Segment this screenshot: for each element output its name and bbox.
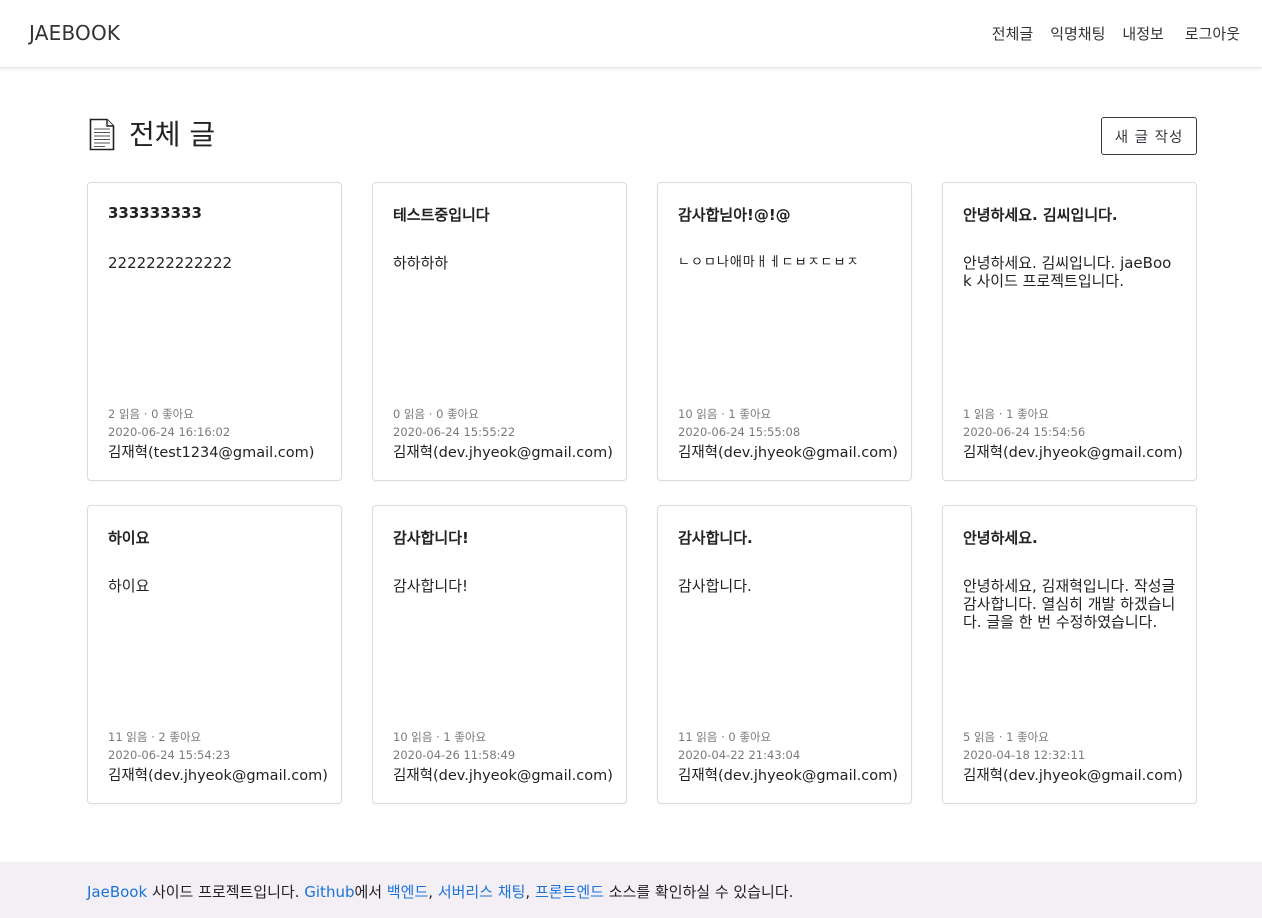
post-meta: 2 읽음 · 0 좋아요 2020-06-24 16:16:02	[108, 405, 333, 441]
post-stats: 2 읽음 · 0 좋아요	[108, 407, 194, 421]
post-body: 하이요	[108, 577, 150, 595]
post-meta: 5 읽음 · 1 좋아요 2020-04-18 12:32:11	[963, 728, 1188, 764]
footer-text: JaeBook 사이드 프로젝트입니다. Github에서 백엔드, 서버리스 …	[87, 881, 793, 902]
post-date: 2020-06-24 15:54:23	[108, 748, 231, 762]
post-body: 안녕하세요, 김재혁입니다. 작성글 감사합니다. 열심히 개발 하겠습니다. …	[963, 577, 1176, 631]
page-header: 전체 글 새 글 작성	[87, 116, 1197, 156]
nav-my-info[interactable]: 내정보	[1122, 23, 1163, 44]
document-icon	[89, 118, 115, 151]
post-card[interactable]: 감사합니다. 감사합니다. 11 읽음 · 0 좋아요 2020-04-22 2…	[657, 505, 912, 804]
footer-separator: ,	[428, 883, 438, 901]
post-title: 감사합닏아!@!@	[678, 206, 791, 224]
post-card[interactable]: 테스트중입니다 하하하하 0 읽음 · 0 좋아요 2020-06-24 15:…	[372, 182, 627, 481]
post-title: 하이요	[108, 529, 150, 547]
post-date: 2020-06-24 15:54:56	[963, 425, 1086, 439]
footer-text-part: 소스를 확인하실 수 있습니다.	[603, 883, 794, 901]
post-date: 2020-06-24 15:55:08	[678, 425, 801, 439]
post-stats: 1 읽음 · 1 좋아요	[963, 407, 1049, 421]
footer-frontend-link[interactable]: 프론트엔드	[535, 883, 604, 901]
post-card[interactable]: 감사합닏아!@!@ ㄴㅇㅁ나애마ㅐㅔㄷㅂㅈㄷㅂㅈ 10 읽음 · 1 좋아요 2…	[657, 182, 912, 481]
post-body: 하하하하	[393, 254, 449, 272]
post-card[interactable]: 감사합니다! 감사합니다! 10 읽음 · 1 좋아요 2020-04-26 1…	[372, 505, 627, 804]
post-author: 김재혁(dev.jhyeok@gmail.com)	[678, 768, 898, 784]
post-date: 2020-04-26 11:58:49	[393, 748, 516, 762]
post-card[interactable]: 333333333 2222222222222 2 읽음 · 0 좋아요 202…	[87, 182, 342, 481]
post-author: 김재혁(dev.jhyeok@gmail.com)	[108, 768, 328, 784]
post-title: 안녕하세요.	[963, 529, 1038, 547]
footer-project-link[interactable]: JaeBook	[87, 883, 147, 901]
post-author: 김재혁(dev.jhyeok@gmail.com)	[393, 445, 613, 461]
post-author: 김재혁(test1234@gmail.com)	[108, 445, 315, 461]
post-title: 테스트중입니다	[393, 206, 490, 224]
post-stats: 11 읽음 · 0 좋아요	[678, 730, 772, 744]
footer: JaeBook 사이드 프로젝트입니다. Github에서 백엔드, 서버리스 …	[0, 862, 1262, 918]
post-title: 감사합니다!	[393, 529, 469, 547]
post-date: 2020-06-24 15:55:22	[393, 425, 516, 439]
new-post-button[interactable]: 새 글 작성	[1101, 117, 1197, 155]
footer-chat-link[interactable]: 서버리스 채팅	[438, 883, 526, 901]
page-title: 전체 글	[129, 118, 216, 151]
post-card[interactable]: 안녕하세요. 김씨입니다. 안녕하세요. 김씨입니다. jaeBook 사이드 …	[942, 182, 1197, 481]
post-author: 김재혁(dev.jhyeok@gmail.com)	[963, 768, 1183, 784]
post-date: 2020-06-24 16:16:02	[108, 425, 231, 439]
footer-text-part: 에서	[354, 883, 387, 901]
post-date: 2020-04-22 21:43:04	[678, 748, 801, 762]
post-body: 감사합니다.	[678, 577, 752, 595]
top-navbar: JAEBOOK 전체글 익명채팅 내정보 로그아웃	[0, 0, 1262, 68]
post-meta: 10 읽음 · 1 좋아요 2020-06-24 15:55:08	[678, 405, 903, 441]
footer-github-link[interactable]: Github	[304, 883, 354, 901]
post-stats: 10 읽음 · 1 좋아요	[393, 730, 487, 744]
post-meta: 11 읽음 · 2 좋아요 2020-06-24 15:54:23	[108, 728, 333, 764]
post-meta: 10 읽음 · 1 좋아요 2020-04-26 11:58:49	[393, 728, 618, 764]
post-meta: 11 읽음 · 0 좋아요 2020-04-22 21:43:04	[678, 728, 903, 764]
nav-anonymous-chat[interactable]: 익명채팅	[1050, 23, 1105, 44]
post-meta: 0 읽음 · 0 좋아요 2020-06-24 15:55:22	[393, 405, 618, 441]
post-stats: 10 읽음 · 1 좋아요	[678, 407, 772, 421]
post-title: 333333333	[108, 204, 202, 222]
footer-separator: ,	[525, 883, 535, 901]
post-stats: 5 읽음 · 1 좋아요	[963, 730, 1049, 744]
post-body: 감사합니다!	[393, 577, 469, 595]
post-card[interactable]: 안녕하세요. 안녕하세요, 김재혁입니다. 작성글 감사합니다. 열심히 개발 …	[942, 505, 1197, 804]
post-meta: 1 읽음 · 1 좋아요 2020-06-24 15:54:56	[963, 405, 1188, 441]
post-author: 김재혁(dev.jhyeok@gmail.com)	[963, 445, 1183, 461]
post-body: 2222222222222	[108, 254, 233, 272]
post-title: 감사합니다.	[678, 529, 753, 547]
post-stats: 0 읽음 · 0 좋아요	[393, 407, 479, 421]
post-date: 2020-04-18 12:32:11	[963, 748, 1086, 762]
nav-all-posts[interactable]: 전체글	[992, 23, 1033, 44]
footer-text-part: 사이드 프로젝트입니다.	[147, 883, 305, 901]
footer-backend-link[interactable]: 백엔드	[387, 883, 428, 901]
brand-logo[interactable]: JAEBOOK	[29, 21, 120, 45]
post-body: 안녕하세요. 김씨입니다. jaeBook 사이드 프로젝트입니다.	[963, 254, 1172, 290]
nav-logout[interactable]: 로그아웃	[1185, 23, 1240, 44]
post-card[interactable]: 하이요 하이요 11 읽음 · 2 좋아요 2020-06-24 15:54:2…	[87, 505, 342, 804]
post-title: 안녕하세요. 김씨입니다.	[963, 206, 1118, 224]
post-author: 김재혁(dev.jhyeok@gmail.com)	[393, 768, 613, 784]
post-author: 김재혁(dev.jhyeok@gmail.com)	[678, 445, 898, 461]
nav-links: 전체글 익명채팅 내정보 로그아웃	[975, 23, 1240, 44]
post-body: ㄴㅇㅁ나애마ㅐㅔㄷㅂㅈㄷㅂㅈ	[678, 255, 860, 270]
post-stats: 11 읽음 · 2 좋아요	[108, 730, 202, 744]
